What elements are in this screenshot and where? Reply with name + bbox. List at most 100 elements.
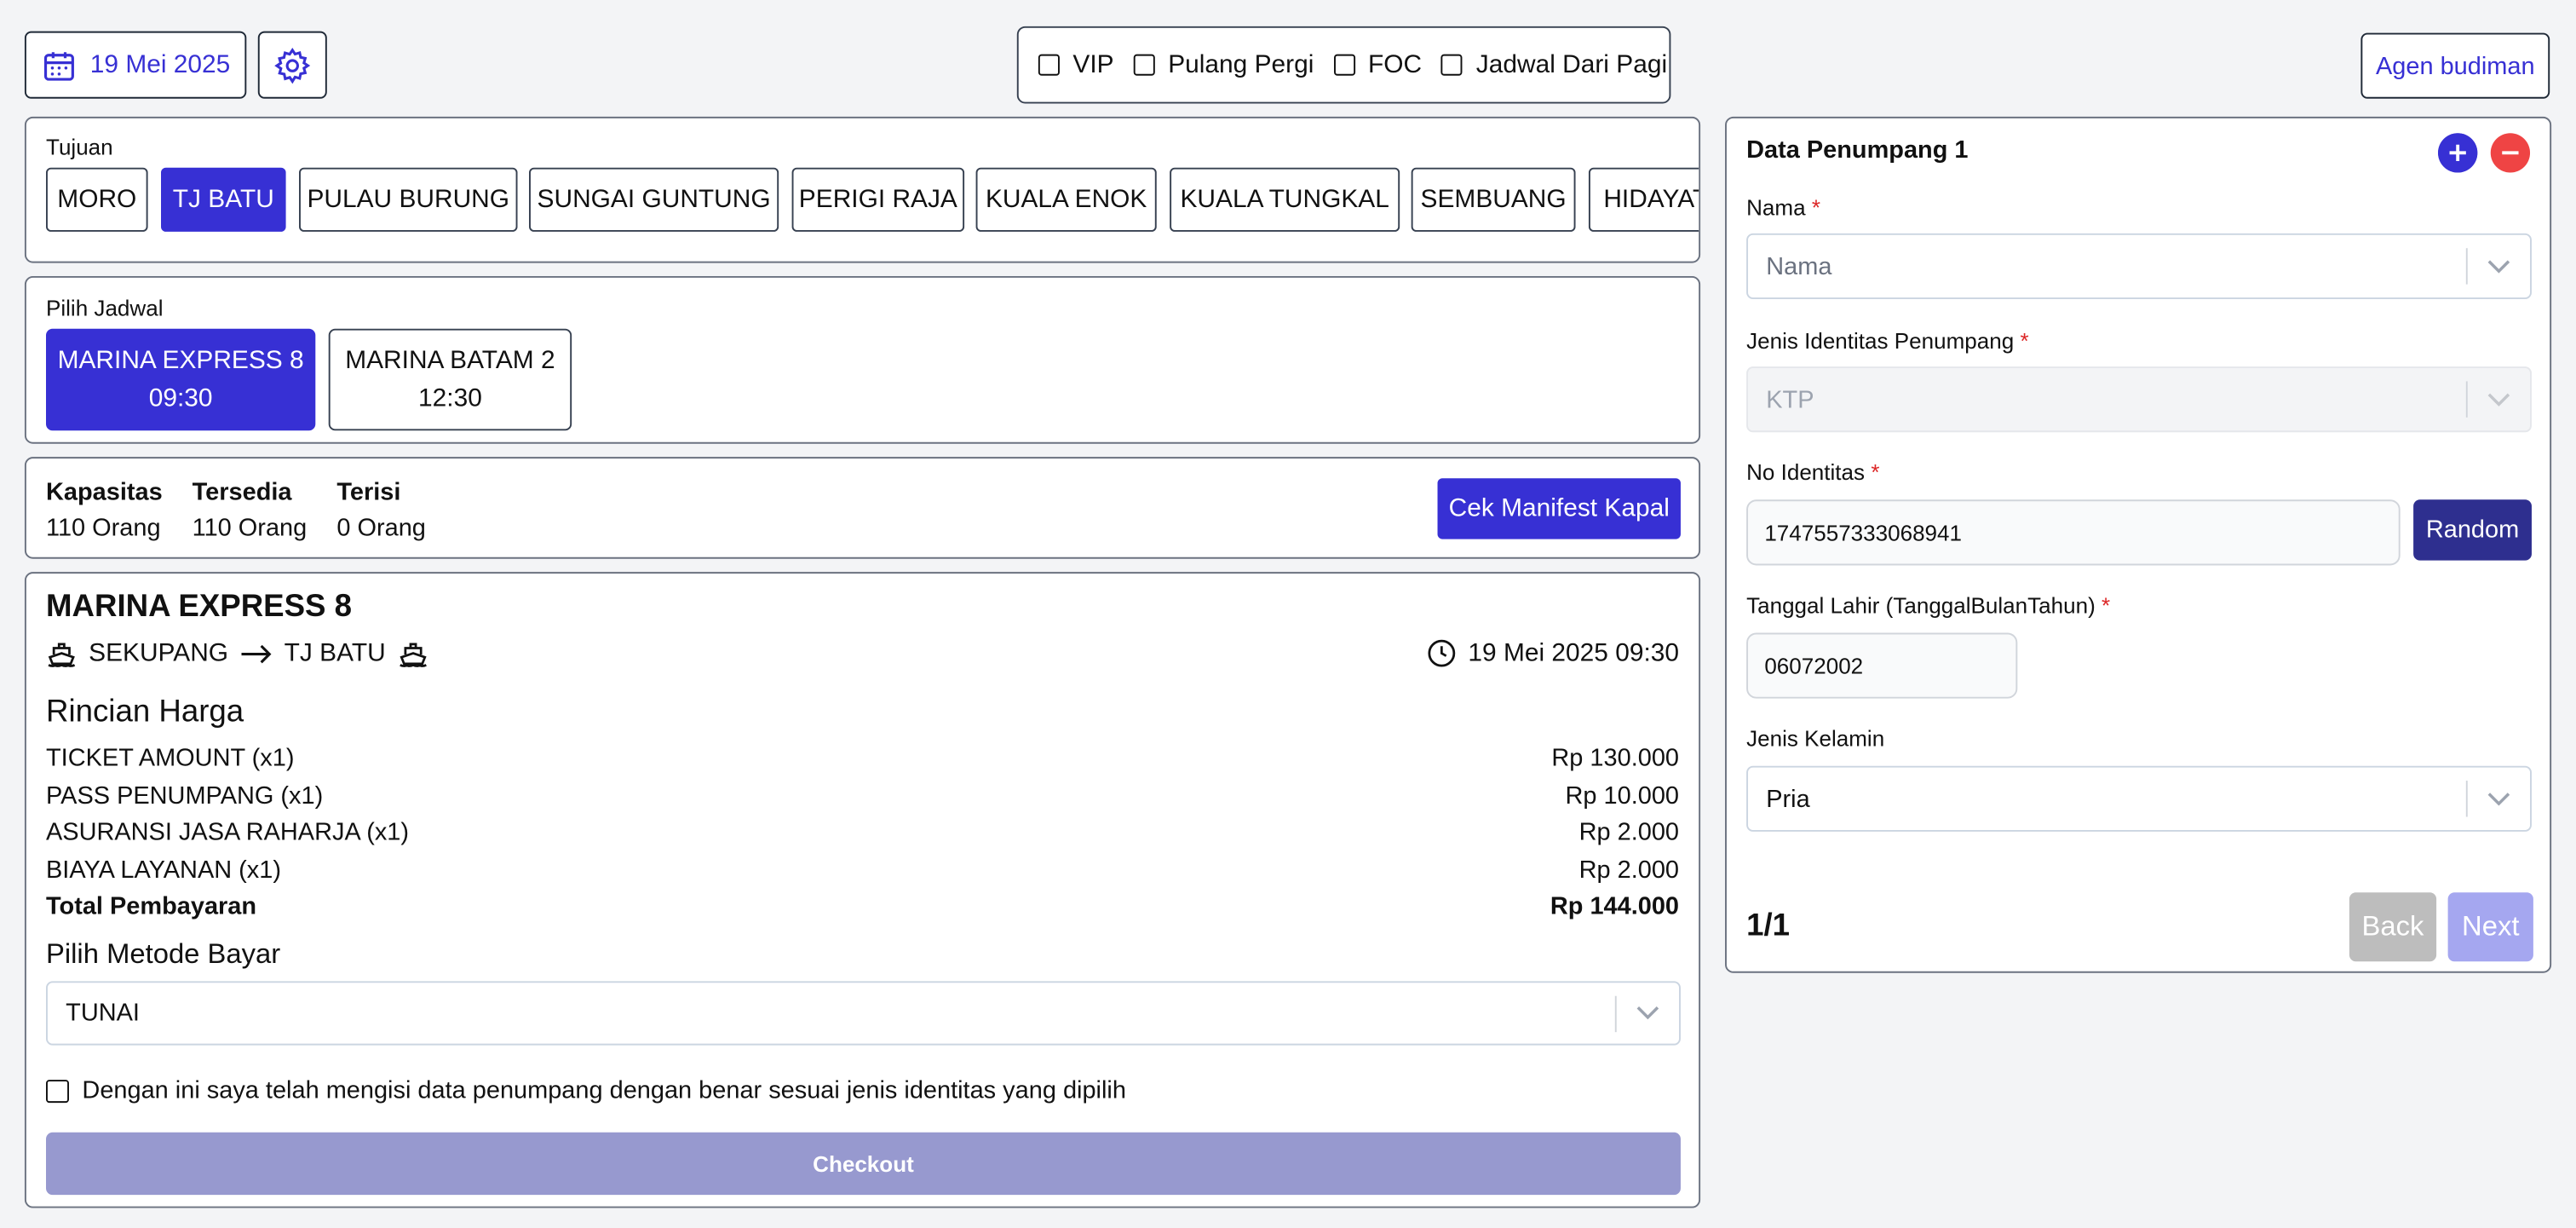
total-line: Total Pembayaran Rp 144.000 <box>46 892 1679 920</box>
cek-manifest-button[interactable]: Cek Manifest Kapal <box>1437 478 1681 539</box>
id-no-value: 1747557333068941 <box>1764 520 1963 545</box>
destination-perigi-raja[interactable]: PERIGI RAJA <box>791 167 965 232</box>
foc-checkbox[interactable] <box>1333 54 1355 76</box>
calendar-icon <box>41 47 77 83</box>
destination-tj-batu[interactable]: TJ BATU <box>161 167 286 232</box>
add-passenger-button[interactable] <box>2438 133 2478 173</box>
minus-icon <box>2500 143 2520 163</box>
back-button[interactable]: Back <box>2349 892 2437 962</box>
dob-input[interactable]: 06072002 <box>1746 632 2018 699</box>
gender-select[interactable]: Pria <box>1746 765 2532 832</box>
destination-pulau-burung[interactable]: PULAU BURUNG <box>299 167 518 232</box>
arrow-right-icon <box>240 643 273 663</box>
page-indicator: 1/1 <box>1746 908 1791 944</box>
random-button[interactable]: Random <box>2413 499 2532 561</box>
payment-method-select[interactable]: TUNAI <box>46 981 1681 1046</box>
price-line-amount: Rp 2.000 <box>1578 856 1680 885</box>
id-type-label: Jenis Identitas Penumpang * <box>1746 329 2029 354</box>
chevron-down-icon <box>1617 1006 1679 1020</box>
agent-label: Agen budiman <box>2375 51 2535 80</box>
schedule-time: 12:30 <box>418 384 482 413</box>
price-line-label: BIAYA LAYANAN (x1) <box>46 856 282 885</box>
price-line: BIAYA LAYANAN (x1) Rp 2.000 <box>46 856 1679 885</box>
date-picker-button[interactable]: 19 Mei 2025 <box>24 31 247 99</box>
destination-sungai-guntung[interactable]: SUNGAI GUNTUNG <box>529 167 779 232</box>
kapasitas-label: Kapasitas <box>46 478 163 507</box>
nama-placeholder: Nama <box>1766 252 1832 280</box>
checkout-button[interactable]: Checkout <box>46 1132 1681 1196</box>
schedule-option[interactable]: MARINA BATAM 2 12:30 <box>328 328 572 431</box>
id-no-label: No Identitas * <box>1746 460 1879 485</box>
chevron-down-icon <box>2468 792 2530 806</box>
route-from: SEKUPANG <box>89 638 229 667</box>
passenger-panel: Data Penumpang 1 Nama * Nama Jenis Ident… <box>1725 116 2552 973</box>
nama-label: Nama * <box>1746 196 1820 221</box>
settings-button[interactable] <box>257 31 327 99</box>
vip-label: VIP <box>1072 49 1114 78</box>
price-line: PASS PENUMPANG (x1) Rp 10.000 <box>46 782 1679 810</box>
price-line: ASURANSI JASA RAHARJA (x1) Rp 2.000 <box>46 818 1679 846</box>
date-label: 19 Mei 2025 <box>89 49 231 78</box>
capacity-panel: Kapasitas 110 Orang Tersedia 110 Orang T… <box>24 457 1701 559</box>
id-no-input[interactable]: 1747557333068941 <box>1746 499 2401 566</box>
capacity-tersedia: Tersedia 110 Orang <box>193 475 308 547</box>
vip-checkbox[interactable] <box>1038 54 1060 76</box>
price-line-amount: Rp 130.000 <box>1551 744 1680 773</box>
price-title: Rincian Harga <box>46 695 244 730</box>
capacity-kapasitas: Kapasitas 110 Orang <box>46 475 163 547</box>
agreement: Dengan ini saya telah mengisi data penum… <box>46 1076 1126 1104</box>
schedule-time: 09:30 <box>148 384 213 413</box>
destination-moro[interactable]: MORO <box>46 167 148 232</box>
price-line-amount: Rp 2.000 <box>1578 818 1680 847</box>
required-mark: * <box>2020 328 2029 354</box>
destination-panel: Tujuan MORO TJ BATU PULAU BURUNG SUNGAI … <box>24 116 1701 263</box>
schedule-option-selected[interactable]: MARINA EXPRESS 8 09:30 <box>46 328 316 431</box>
route: SEKUPANG TJ BATU <box>46 637 428 669</box>
chevron-down-icon <box>2468 392 2530 406</box>
schedule-title: Pilih Jadwal <box>46 296 164 321</box>
schedule-ship-name: MARINA EXPRESS 8 <box>57 346 304 375</box>
gear-icon <box>273 45 312 84</box>
id-no-label-text: No Identitas <box>1746 460 1866 485</box>
destination-sembuang[interactable]: SEMBUANG <box>1411 167 1576 232</box>
destination-kuala-tungkal[interactable]: KUALA TUNGKAL <box>1170 167 1400 232</box>
total-amount: Rp 144.000 <box>1550 892 1680 921</box>
gender-value: Pria <box>1766 784 1810 813</box>
payment-method-value: TUNAI <box>66 999 140 1028</box>
dob-value: 06072002 <box>1764 653 1864 678</box>
required-mark: * <box>1871 460 1880 485</box>
tersedia-label: Tersedia <box>192 478 292 507</box>
nama-label-text: Nama <box>1746 195 1806 221</box>
required-mark: * <box>1811 195 1820 221</box>
schedule-panel: Pilih Jadwal MARINA EXPRESS 8 09:30 MARI… <box>24 276 1701 444</box>
departure-datetime: 19 Mei 2025 09:30 <box>1468 638 1680 667</box>
next-button[interactable]: Next <box>2447 892 2533 962</box>
id-type-select[interactable]: KTP <box>1746 366 2532 433</box>
passenger-title: Data Penumpang 1 <box>1746 136 1969 164</box>
required-mark: * <box>2102 593 2111 619</box>
dob-label-text: Tanggal Lahir (TanggalBulanTahun) <box>1746 593 2096 619</box>
pulang-pergi-label: Pulang Pergi <box>1168 49 1314 78</box>
clock-icon <box>1425 637 1457 669</box>
plus-icon <box>2448 143 2468 163</box>
ship-icon <box>397 637 428 669</box>
schedule-ship-name: MARINA BATAM 2 <box>345 346 555 375</box>
tersedia-value: 110 Orang <box>192 514 308 543</box>
agreement-checkbox[interactable] <box>46 1079 70 1103</box>
payment-title: Pilih Metode Bayar <box>46 938 281 970</box>
agreement-text: Dengan ini saya telah mengisi data penum… <box>82 1076 1126 1105</box>
agent-button[interactable]: Agen budiman <box>2360 32 2550 99</box>
jadwal-dari-pagi-checkbox[interactable] <box>1441 54 1463 76</box>
destination-title: Tujuan <box>46 135 113 160</box>
gender-label: Jenis Kelamin <box>1746 726 1885 752</box>
nama-select[interactable]: Nama <box>1746 233 2532 300</box>
foc-label: FOC <box>1368 49 1423 78</box>
ship-name: MARINA EXPRESS 8 <box>46 590 353 625</box>
price-line: TICKET AMOUNT (x1) Rp 130.000 <box>46 745 1679 773</box>
pulang-pergi-checkbox[interactable] <box>1133 54 1155 76</box>
remove-passenger-button[interactable] <box>2490 133 2531 173</box>
price-line-label: TICKET AMOUNT (x1) <box>46 744 295 773</box>
destination-kuala-enok[interactable]: KUALA ENOK <box>975 167 1157 232</box>
price-line-label: PASS PENUMPANG (x1) <box>46 782 324 810</box>
destination-hidayat[interactable]: HIDAYAT <box>1588 167 1699 232</box>
